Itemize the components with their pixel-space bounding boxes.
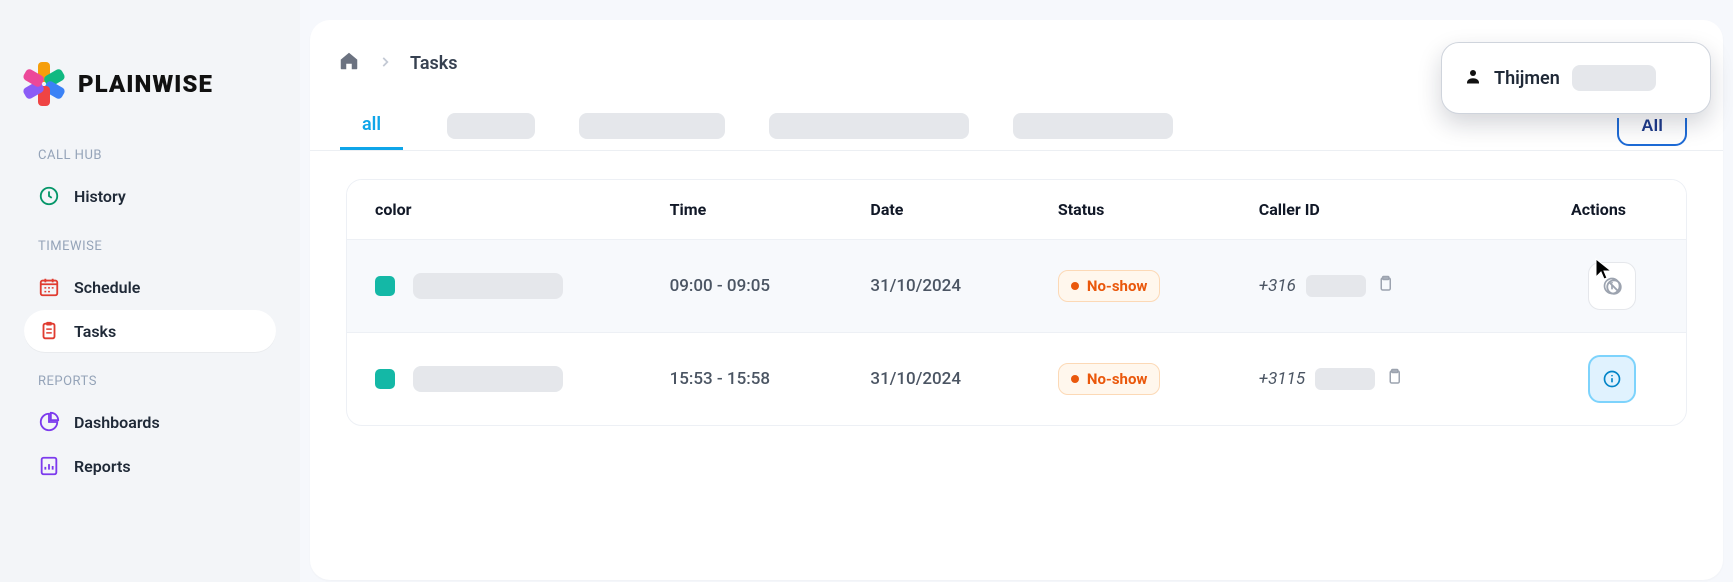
- sidebar-section-timewise: TIMEWISE: [38, 239, 280, 254]
- user-placeholder: [1572, 65, 1656, 91]
- status-badge: No-show: [1058, 270, 1161, 302]
- pie-chart-icon: [38, 411, 60, 433]
- sidebar-item-tasks[interactable]: Tasks: [24, 310, 276, 352]
- user-icon: [1464, 67, 1482, 89]
- name-placeholder: [413, 273, 563, 299]
- clipboard-icon: [38, 320, 60, 342]
- sidebar-item-history[interactable]: History: [24, 175, 276, 217]
- caller-prefix: +3115: [1259, 369, 1305, 389]
- sidebar-item-label: Dashboards: [74, 413, 160, 432]
- table-row[interactable]: 15:53 - 15:58 31/10/2024 No-show +3: [347, 333, 1686, 426]
- caller-placeholder: [1315, 368, 1375, 390]
- clipboard-copy-icon[interactable]: [1376, 275, 1394, 298]
- user-popover[interactable]: Thijmen: [1441, 42, 1711, 114]
- tab-placeholder[interactable]: [579, 113, 725, 139]
- tasks-table: color Time Date Status Caller ID Actions: [346, 179, 1687, 426]
- content-panel: Tasks all All Thijmen: [310, 20, 1723, 580]
- sidebar-item-label: Tasks: [74, 322, 116, 341]
- sidebar-item-label: History: [74, 187, 126, 206]
- sidebar: PLAINWISE CALL HUB History TIMEWISE Sche…: [0, 0, 300, 582]
- calendar-icon: [38, 276, 60, 298]
- name-placeholder: [413, 366, 563, 392]
- sidebar-item-label: Reports: [74, 457, 131, 476]
- col-time: Time: [642, 180, 843, 240]
- chevron-right-icon: [378, 53, 392, 74]
- user-name: Thijmen: [1494, 68, 1560, 89]
- tab-placeholder[interactable]: [447, 113, 535, 139]
- status-dot-icon: [1071, 375, 1079, 383]
- tabs: all All Thijmen: [310, 102, 1723, 151]
- tab-placeholder[interactable]: [1013, 113, 1173, 139]
- status-text: No-show: [1087, 370, 1148, 388]
- sidebar-item-schedule[interactable]: Schedule: [24, 266, 276, 308]
- brand-name: PLAINWISE: [78, 70, 213, 98]
- cell-date: 31/10/2024: [842, 240, 1029, 333]
- col-actions: Actions: [1499, 180, 1686, 240]
- sidebar-item-dashboards[interactable]: Dashboards: [24, 401, 276, 443]
- sidebar-item-reports[interactable]: Reports: [24, 445, 276, 487]
- sidebar-section-reports: REPORTS: [38, 374, 280, 389]
- clock-icon: [38, 185, 60, 207]
- tab-all[interactable]: all: [340, 102, 403, 150]
- cell-time: 15:53 - 15:58: [642, 333, 843, 426]
- status-dot-icon: [1071, 282, 1079, 290]
- cell-caller: +3115: [1259, 368, 1403, 391]
- cell-date: 31/10/2024: [842, 333, 1029, 426]
- color-chip: [375, 276, 395, 296]
- caller-prefix: +316: [1259, 276, 1296, 296]
- info-button[interactable]: [1588, 355, 1636, 403]
- col-status: Status: [1030, 180, 1231, 240]
- sidebar-item-label: Schedule: [74, 278, 140, 297]
- col-caller: Caller ID: [1231, 180, 1499, 240]
- caller-placeholder: [1306, 275, 1366, 297]
- status-badge: No-show: [1058, 363, 1161, 395]
- table-row[interactable]: 09:00 - 09:05 31/10/2024 No-show +3: [347, 240, 1686, 333]
- breadcrumb-current: Tasks: [410, 53, 458, 74]
- color-chip: [375, 369, 395, 389]
- cell-caller: +316: [1259, 275, 1394, 298]
- sidebar-section-callhub: CALL HUB: [38, 148, 280, 163]
- bar-chart-icon: [38, 455, 60, 477]
- home-icon[interactable]: [338, 50, 360, 76]
- status-text: No-show: [1087, 277, 1148, 295]
- brand-logo-icon: [20, 60, 68, 108]
- main: Tasks all All Thijmen: [300, 0, 1733, 582]
- clipboard-copy-icon[interactable]: [1385, 368, 1403, 391]
- brand: PLAINWISE: [20, 60, 280, 108]
- tab-placeholder[interactable]: [769, 113, 969, 139]
- col-color: color: [347, 180, 642, 240]
- col-date: Date: [842, 180, 1029, 240]
- info-button[interactable]: [1588, 262, 1636, 310]
- cell-time: 09:00 - 09:05: [642, 240, 843, 333]
